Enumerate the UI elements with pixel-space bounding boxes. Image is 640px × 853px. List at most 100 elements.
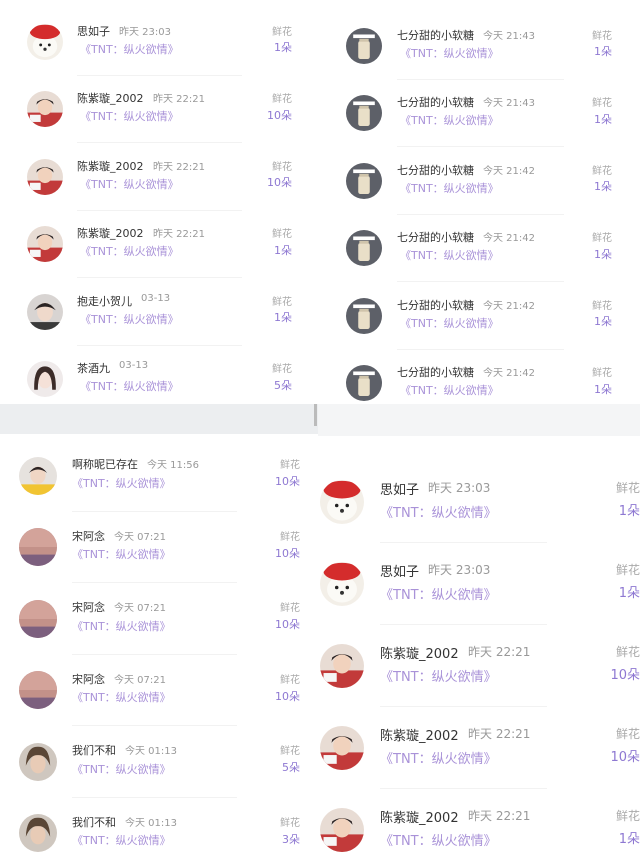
book-title[interactable]: 《TNT：纵火欲情》 — [400, 315, 499, 331]
avatar[interactable] — [27, 23, 63, 60]
book-title[interactable]: 《TNT：纵火欲情》 — [80, 378, 179, 394]
avatar[interactable] — [346, 297, 382, 334]
gift-record-row[interactable]: 七分甜的小软糖 今天 21:42 《TNT：纵火欲情》 鲜花 1朵 — [318, 284, 640, 352]
sender-name[interactable]: 陈紫璇_2002 — [77, 90, 144, 106]
gift-record-row[interactable]: 宋阿念 今天 07:21 《TNT：纵火欲情》 鲜花 10朵 — [0, 514, 318, 586]
avatar[interactable] — [19, 528, 57, 567]
avatar[interactable] — [346, 27, 382, 64]
sender-name[interactable]: 思如子 — [380, 479, 419, 498]
gift-record-row[interactable]: 七分甜的小软糖 今天 21:43 《TNT：纵火欲情》 鲜花 1朵 — [318, 82, 640, 150]
gift-record-row[interactable]: 七分甜的小软糖 今天 21:42 《TNT：纵火欲情》 鲜花 1朵 — [318, 217, 640, 285]
gift-record-row[interactable]: 宋阿念 今天 07:21 《TNT：纵火欲情》 鲜花 10朵 — [0, 657, 318, 729]
avatar[interactable] — [27, 226, 63, 263]
book-title[interactable]: 《TNT：纵火欲情》 — [400, 45, 499, 61]
sender-name[interactable]: 七分甜的小软糖 — [397, 229, 474, 245]
sender-name[interactable]: 抱走小贺儿 — [77, 293, 132, 309]
gift-record-row[interactable]: 陈紫璇_2002 昨天 22:21 《TNT：纵火欲情》 鲜花 10朵 — [318, 627, 640, 709]
gift-record-row[interactable]: 陈紫璇_2002 昨天 22:21 《TNT：纵火欲情》 鲜花 10朵 — [318, 709, 640, 791]
gift-record-row[interactable]: 七分甜的小软糖 今天 21:42 《TNT：纵火欲情》 鲜花 1朵 — [318, 352, 640, 405]
avatar[interactable] — [27, 158, 63, 195]
avatar[interactable] — [19, 671, 57, 710]
gift-count: 10朵 — [275, 546, 300, 560]
sender-name[interactable]: 七分甜的小软糖 — [397, 364, 474, 380]
sender-name[interactable]: 陈紫璇_2002 — [380, 643, 459, 662]
gift-count: 1朵 — [594, 382, 612, 396]
sender-name[interactable]: 陈紫璇_2002 — [380, 725, 459, 744]
sender-name[interactable]: 陈紫璇_2002 — [380, 807, 459, 826]
avatar[interactable] — [346, 230, 382, 267]
avatar[interactable] — [19, 456, 57, 495]
send-time: 昨天 22:21 — [153, 94, 205, 106]
book-title[interactable]: 《TNT：纵火欲情》 — [72, 618, 171, 634]
gift-record-row[interactable]: 陈紫璇_2002 昨天 22:21 《TNT：纵火欲情》 鲜花 10朵 — [0, 78, 318, 146]
sender-name[interactable]: 七分甜的小软糖 — [397, 162, 474, 178]
book-title[interactable]: 《TNT：纵火欲情》 — [380, 584, 497, 603]
row-divider — [397, 348, 564, 350]
sender-name[interactable]: 陈紫璇_2002 — [77, 158, 144, 174]
gift-count: 5朵 — [282, 761, 300, 775]
avatar[interactable] — [320, 644, 364, 688]
gift-record-row[interactable]: 茶酒九 03-13 《TNT：纵火欲情》 鲜花 5朵 — [0, 348, 318, 405]
book-title[interactable]: 《TNT：纵火欲情》 — [72, 475, 171, 491]
gift-record-row[interactable]: 陈紫璇_2002 昨天 22:21 《TNT：纵火欲情》 鲜花 1朵 — [318, 791, 640, 853]
book-title[interactable]: 《TNT：纵火欲情》 — [72, 832, 171, 848]
book-title[interactable]: 《TNT：纵火欲情》 — [380, 748, 497, 767]
gift-record-row[interactable]: 七分甜的小软糖 今天 21:42 《TNT：纵火欲情》 鲜花 1朵 — [318, 149, 640, 217]
gift-record-row[interactable]: 抱走小贺儿 03-13 《TNT：纵火欲情》 鲜花 1朵 — [0, 280, 318, 348]
avatar[interactable] — [27, 293, 63, 330]
book-title[interactable]: 《TNT：纵火欲情》 — [72, 761, 171, 777]
avatar[interactable] — [320, 808, 364, 852]
avatar[interactable] — [346, 162, 382, 199]
avatar[interactable] — [27, 361, 63, 398]
book-title[interactable]: 《TNT：纵火欲情》 — [80, 176, 179, 192]
book-title[interactable]: 《TNT：纵火欲情》 — [80, 243, 179, 259]
book-title[interactable]: 《TNT：纵火欲情》 — [72, 689, 171, 705]
book-title[interactable]: 《TNT：纵火欲情》 — [400, 180, 499, 196]
sender-name[interactable]: 茶酒九 — [77, 360, 110, 376]
avatar[interactable] — [320, 726, 364, 770]
sender-name[interactable]: 宋阿念 — [72, 671, 105, 687]
book-title[interactable]: 《TNT：纵火欲情》 — [80, 41, 179, 57]
sender-name[interactable]: 陈紫璇_2002 — [77, 225, 144, 241]
avatar[interactable] — [19, 742, 57, 781]
sender-name[interactable]: 宋阿念 — [72, 599, 105, 615]
gift-record-row[interactable]: 思如子 昨天 23:03 《TNT：纵火欲情》 鲜花 1朵 — [318, 545, 640, 627]
book-title[interactable]: 《TNT：纵火欲情》 — [380, 830, 497, 849]
book-title[interactable]: 《TNT：纵火欲情》 — [72, 546, 171, 562]
gift-record-row[interactable]: 思如子 昨天 23:03 《TNT：纵火欲情》 鲜花 1朵 — [0, 10, 318, 78]
gift-count: 10朵 — [275, 689, 300, 703]
sender-name[interactable]: 思如子 — [380, 561, 419, 580]
send-time: 昨天 22:21 — [468, 726, 531, 741]
book-title[interactable]: 《TNT：纵火欲情》 — [80, 311, 179, 327]
gift-record-row[interactable]: 宋阿念 今天 07:21 《TNT：纵火欲情》 鲜花 10朵 — [0, 585, 318, 657]
gift-record-row[interactable]: 陈紫璇_2002 昨天 22:21 《TNT：纵火欲情》 鲜花 10朵 — [0, 145, 318, 213]
book-title[interactable]: 《TNT：纵火欲情》 — [80, 108, 179, 124]
gift-record-row[interactable]: 思如子 昨天 23:03 《TNT：纵火欲情》 鲜花 1朵 — [318, 463, 640, 545]
avatar[interactable] — [27, 91, 63, 128]
sender-name[interactable]: 思如子 — [77, 23, 110, 39]
avatar[interactable] — [19, 599, 57, 638]
book-title[interactable]: 《TNT：纵火欲情》 — [380, 502, 497, 521]
sender-name[interactable]: 七分甜的小软糖 — [397, 297, 474, 313]
sender-name[interactable]: 宋阿念 — [72, 528, 105, 544]
separator-bar — [0, 404, 318, 434]
book-title[interactable]: 《TNT：纵火欲情》 — [400, 382, 499, 398]
sender-name[interactable]: 我们不和 — [72, 814, 116, 830]
avatar[interactable] — [346, 365, 382, 402]
book-title[interactable]: 《TNT：纵火欲情》 — [380, 666, 497, 685]
gift-record-row[interactable]: 陈紫璇_2002 昨天 22:21 《TNT：纵火欲情》 鲜花 1朵 — [0, 213, 318, 281]
gift-record-row[interactable]: 七分甜的小软糖 今天 21:43 《TNT：纵火欲情》 鲜花 1朵 — [318, 14, 640, 82]
book-title[interactable]: 《TNT：纵火欲情》 — [400, 112, 499, 128]
gift-record-row[interactable]: 我们不和 今天 01:13 《TNT：纵火欲情》 鲜花 3朵 — [0, 800, 318, 853]
avatar[interactable] — [346, 95, 382, 132]
gift-record-row[interactable]: 啊称昵已存在 今天 11:56 《TNT：纵火欲情》 鲜花 10朵 — [0, 442, 318, 514]
avatar[interactable] — [19, 814, 57, 853]
avatar[interactable] — [320, 562, 364, 606]
avatar[interactable] — [320, 480, 364, 524]
book-title[interactable]: 《TNT：纵火欲情》 — [400, 247, 499, 263]
gift-record-row[interactable]: 我们不和 今天 01:13 《TNT：纵火欲情》 鲜花 5朵 — [0, 728, 318, 800]
sender-name[interactable]: 七分甜的小软糖 — [397, 94, 474, 110]
sender-name[interactable]: 啊称昵已存在 — [72, 456, 138, 472]
sender-name[interactable]: 我们不和 — [72, 742, 116, 758]
sender-name[interactable]: 七分甜的小软糖 — [397, 27, 474, 43]
